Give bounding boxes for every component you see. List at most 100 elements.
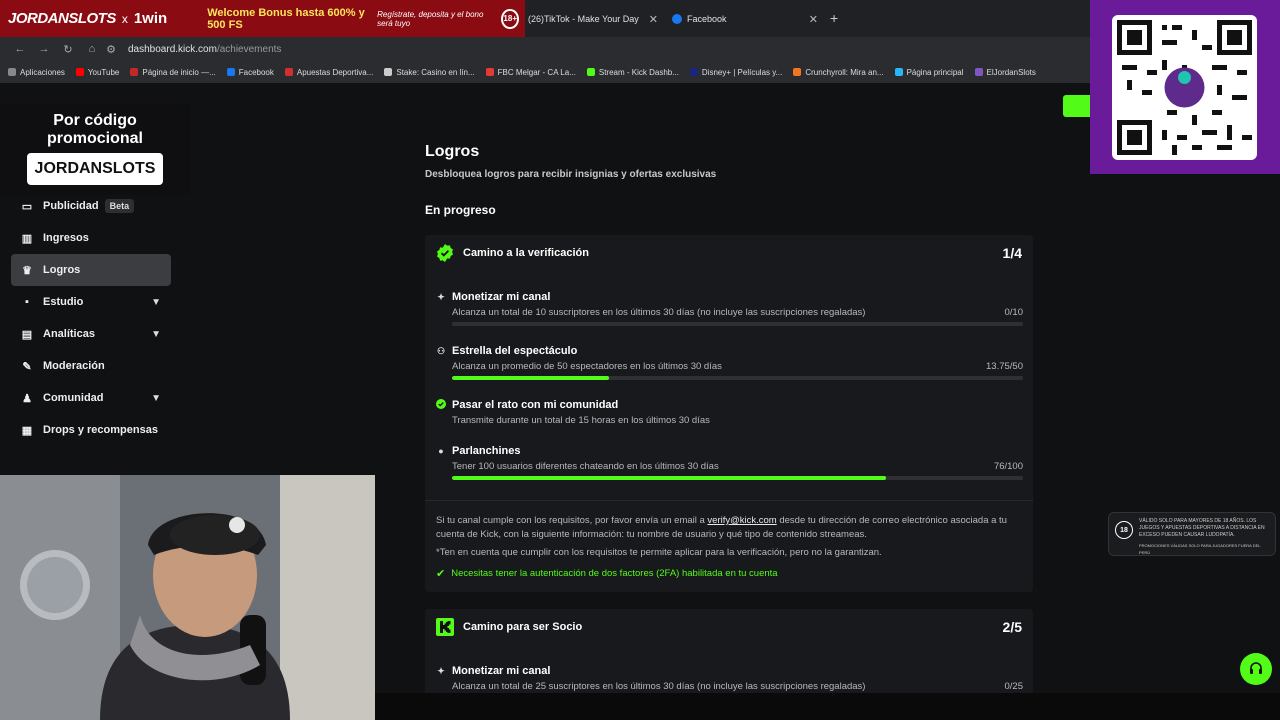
bookmark-label: Stream - Kick Dashb... bbox=[598, 67, 679, 77]
url-field[interactable]: dashboard.kick.com/achievements bbox=[128, 44, 281, 55]
verification-note: Si tu canal cumple con los requisitos, p… bbox=[436, 514, 1026, 542]
sidebar-item-logros[interactable]: ♛ Logros bbox=[11, 254, 171, 286]
sidebar-item-drops[interactable]: ▦ Drops y recompensas bbox=[11, 414, 171, 446]
card-title: Camino para ser Socio bbox=[463, 621, 583, 633]
tab-facebook-label: Facebook bbox=[687, 14, 727, 24]
task-value: 76/100 bbox=[993, 461, 1023, 472]
card-header[interactable]: Camino para ser Socio 2/5 bbox=[425, 609, 1033, 645]
sidebar-item-ingresos[interactable]: ▥ Ingresos bbox=[11, 222, 171, 254]
beta-badge: Beta bbox=[104, 199, 135, 213]
verify-email-link[interactable]: verify@kick.com bbox=[707, 515, 776, 526]
bookmark-item[interactable]: Disney+ | Películas y... bbox=[689, 68, 782, 77]
tab-tiktok[interactable]: (26)TikTok - Make Your Day ✕ bbox=[528, 6, 658, 32]
banner-partner: 1win bbox=[133, 10, 168, 27]
chart-icon: ▥ bbox=[21, 232, 33, 245]
verified-badge-icon bbox=[436, 244, 454, 262]
sidebar-item-moderacion[interactable]: ✎ Moderación bbox=[11, 350, 171, 382]
bookmark-label: Apuestas Deportiva... bbox=[296, 67, 374, 77]
task-title: Pasar el rato con mi comunidad bbox=[452, 399, 619, 411]
bookmark-label: Stake: Casino en lín... bbox=[396, 67, 475, 77]
bookmark-label: Página principal bbox=[906, 67, 964, 77]
bookmark-item[interactable]: YouTube bbox=[75, 67, 120, 77]
task-description: Alcanza un total de 25 suscriptores en l… bbox=[452, 681, 866, 692]
home-icon[interactable]: ⌂ bbox=[80, 43, 104, 55]
achievement-card-partner: Camino para ser Socio 2/5 ✦ Monetizar mi … bbox=[425, 609, 1033, 699]
chevron-down-icon[interactable]: ▼ bbox=[151, 329, 161, 340]
bookmark-item[interactable]: Crunchyroll: Mira an... bbox=[793, 68, 884, 77]
chevron-down-icon[interactable]: ▼ bbox=[151, 393, 161, 404]
check-circle-icon bbox=[436, 399, 446, 411]
bookmark-item[interactable]: ElJordanSlots bbox=[974, 68, 1036, 77]
bookmark-item[interactable]: Stream - Kick Dashb... bbox=[586, 67, 679, 77]
bookmark-item[interactable]: Facebook bbox=[226, 68, 274, 77]
sidebar-item-comunidad[interactable]: ♟ Comunidad ▼ bbox=[11, 382, 171, 414]
chat-icon: ● bbox=[438, 446, 444, 456]
bookmark-label: YouTube bbox=[87, 67, 120, 77]
bookmark-label: Aplicaciones bbox=[20, 67, 65, 77]
card-header[interactable]: Camino a la verificación 1/4 bbox=[425, 235, 1033, 271]
bookmark-item[interactable]: Apuestas Deportiva... bbox=[284, 67, 374, 77]
sidebar-item-label: Estudio bbox=[43, 296, 84, 308]
bookmark-label: FBC Melgar - CA La... bbox=[497, 67, 576, 77]
promo-code: JORDANSLOTS bbox=[26, 153, 164, 185]
reload-icon[interactable]: ↻ bbox=[56, 43, 80, 56]
banner-brand: JORDANSLOTS bbox=[8, 10, 116, 27]
requirement-2fa: ✔ Necesitas tener la autenticación de do… bbox=[436, 567, 778, 580]
bookmark-item[interactable]: Página principal bbox=[894, 67, 964, 77]
close-icon[interactable]: ✕ bbox=[649, 13, 658, 26]
new-tab-button[interactable]: + bbox=[830, 10, 838, 26]
kick-logo-icon bbox=[436, 618, 454, 636]
sidebar-item-label: Ingresos bbox=[43, 232, 89, 244]
banner-x: x bbox=[121, 11, 128, 26]
bookmark-favicon-icon bbox=[284, 68, 293, 76]
close-icon[interactable]: ✕ bbox=[809, 13, 818, 26]
progress-fill bbox=[452, 476, 886, 480]
bookmark-item[interactable]: Aplicaciones bbox=[8, 68, 65, 77]
bookmark-favicon-icon bbox=[226, 68, 235, 76]
task-description: Alcanza un total de 10 suscriptores en l… bbox=[452, 307, 866, 318]
forward-icon[interactable]: → bbox=[32, 43, 56, 55]
banner-bonus-text: Welcome Bonus hasta 600% y 500 FS bbox=[207, 6, 365, 31]
webcam-feed bbox=[0, 475, 375, 720]
banner-register-text: Regístrate, deposita y el bono será tuyo bbox=[377, 9, 484, 28]
url-domain: dashboard.kick.com bbox=[128, 43, 217, 55]
page-subtitle: Desbloquea logros para recibir insignias… bbox=[425, 169, 717, 180]
bookmark-favicon-icon bbox=[485, 68, 494, 76]
bookmark-favicon-icon bbox=[894, 68, 903, 76]
age-restriction-notice: 18 VÁLIDO SOLO PARA MAYORES DE 18 AÑOS. … bbox=[1108, 512, 1276, 556]
task-description: Alcanza un promedio de 50 espectadores e… bbox=[452, 361, 722, 372]
green-action-button[interactable] bbox=[1063, 95, 1090, 117]
billboard-icon: ▭ bbox=[21, 200, 33, 213]
qr-code-image bbox=[1112, 15, 1257, 160]
promo-line1: Por código bbox=[53, 112, 137, 129]
community-icon: ♟ bbox=[22, 392, 32, 405]
facebook-icon bbox=[672, 14, 682, 24]
task-value: 13.75/50 bbox=[986, 361, 1023, 372]
chevron-down-icon[interactable]: ▼ bbox=[151, 297, 161, 308]
analytics-icon: ▤ bbox=[21, 328, 33, 341]
bookmark-item[interactable]: Página de inicio —... bbox=[130, 67, 216, 77]
support-chat-button[interactable] bbox=[1240, 653, 1272, 685]
age-18-icon: 18 bbox=[1115, 521, 1133, 539]
bookmark-label: Página de inicio —... bbox=[142, 67, 216, 77]
progress-track bbox=[452, 476, 1023, 480]
task-value: 0/25 bbox=[1004, 681, 1024, 692]
sidebar-item-analiticas[interactable]: ▤ Analíticas ▼ bbox=[11, 318, 171, 350]
promo-line2: promocional bbox=[46, 130, 143, 147]
tab-facebook[interactable]: Facebook ✕ bbox=[672, 6, 818, 32]
sidebar-item-estudio[interactable]: ▪ Estudio ▼ bbox=[11, 286, 171, 318]
age-notice-text: VÁLIDO SOLO PARA MAYORES DE 18 AÑOS. LOS… bbox=[1139, 518, 1265, 538]
card-progress: 2/5 bbox=[1002, 619, 1022, 635]
sidebar-item-label: Moderación bbox=[43, 360, 105, 372]
bookmark-item[interactable]: Stake: Casino en lín... bbox=[384, 67, 475, 77]
page-title: Logros bbox=[425, 143, 480, 160]
promo-code-overlay: Por código promocional JORDANSLOTS bbox=[0, 103, 190, 195]
bottom-bar bbox=[375, 693, 1280, 720]
camera-icon: ▪ bbox=[25, 296, 29, 308]
bookmark-item[interactable]: FBC Melgar - CA La... bbox=[485, 67, 576, 77]
back-icon[interactable]: ← bbox=[8, 43, 32, 55]
site-info-icon[interactable]: ⚙ bbox=[104, 43, 118, 56]
address-bar: ← → ↻ ⌂ ⚙ dashboard.kick.com/achievement… bbox=[0, 37, 1090, 61]
task-title: Monetizar mi canal bbox=[452, 291, 551, 303]
divider bbox=[425, 500, 1033, 501]
